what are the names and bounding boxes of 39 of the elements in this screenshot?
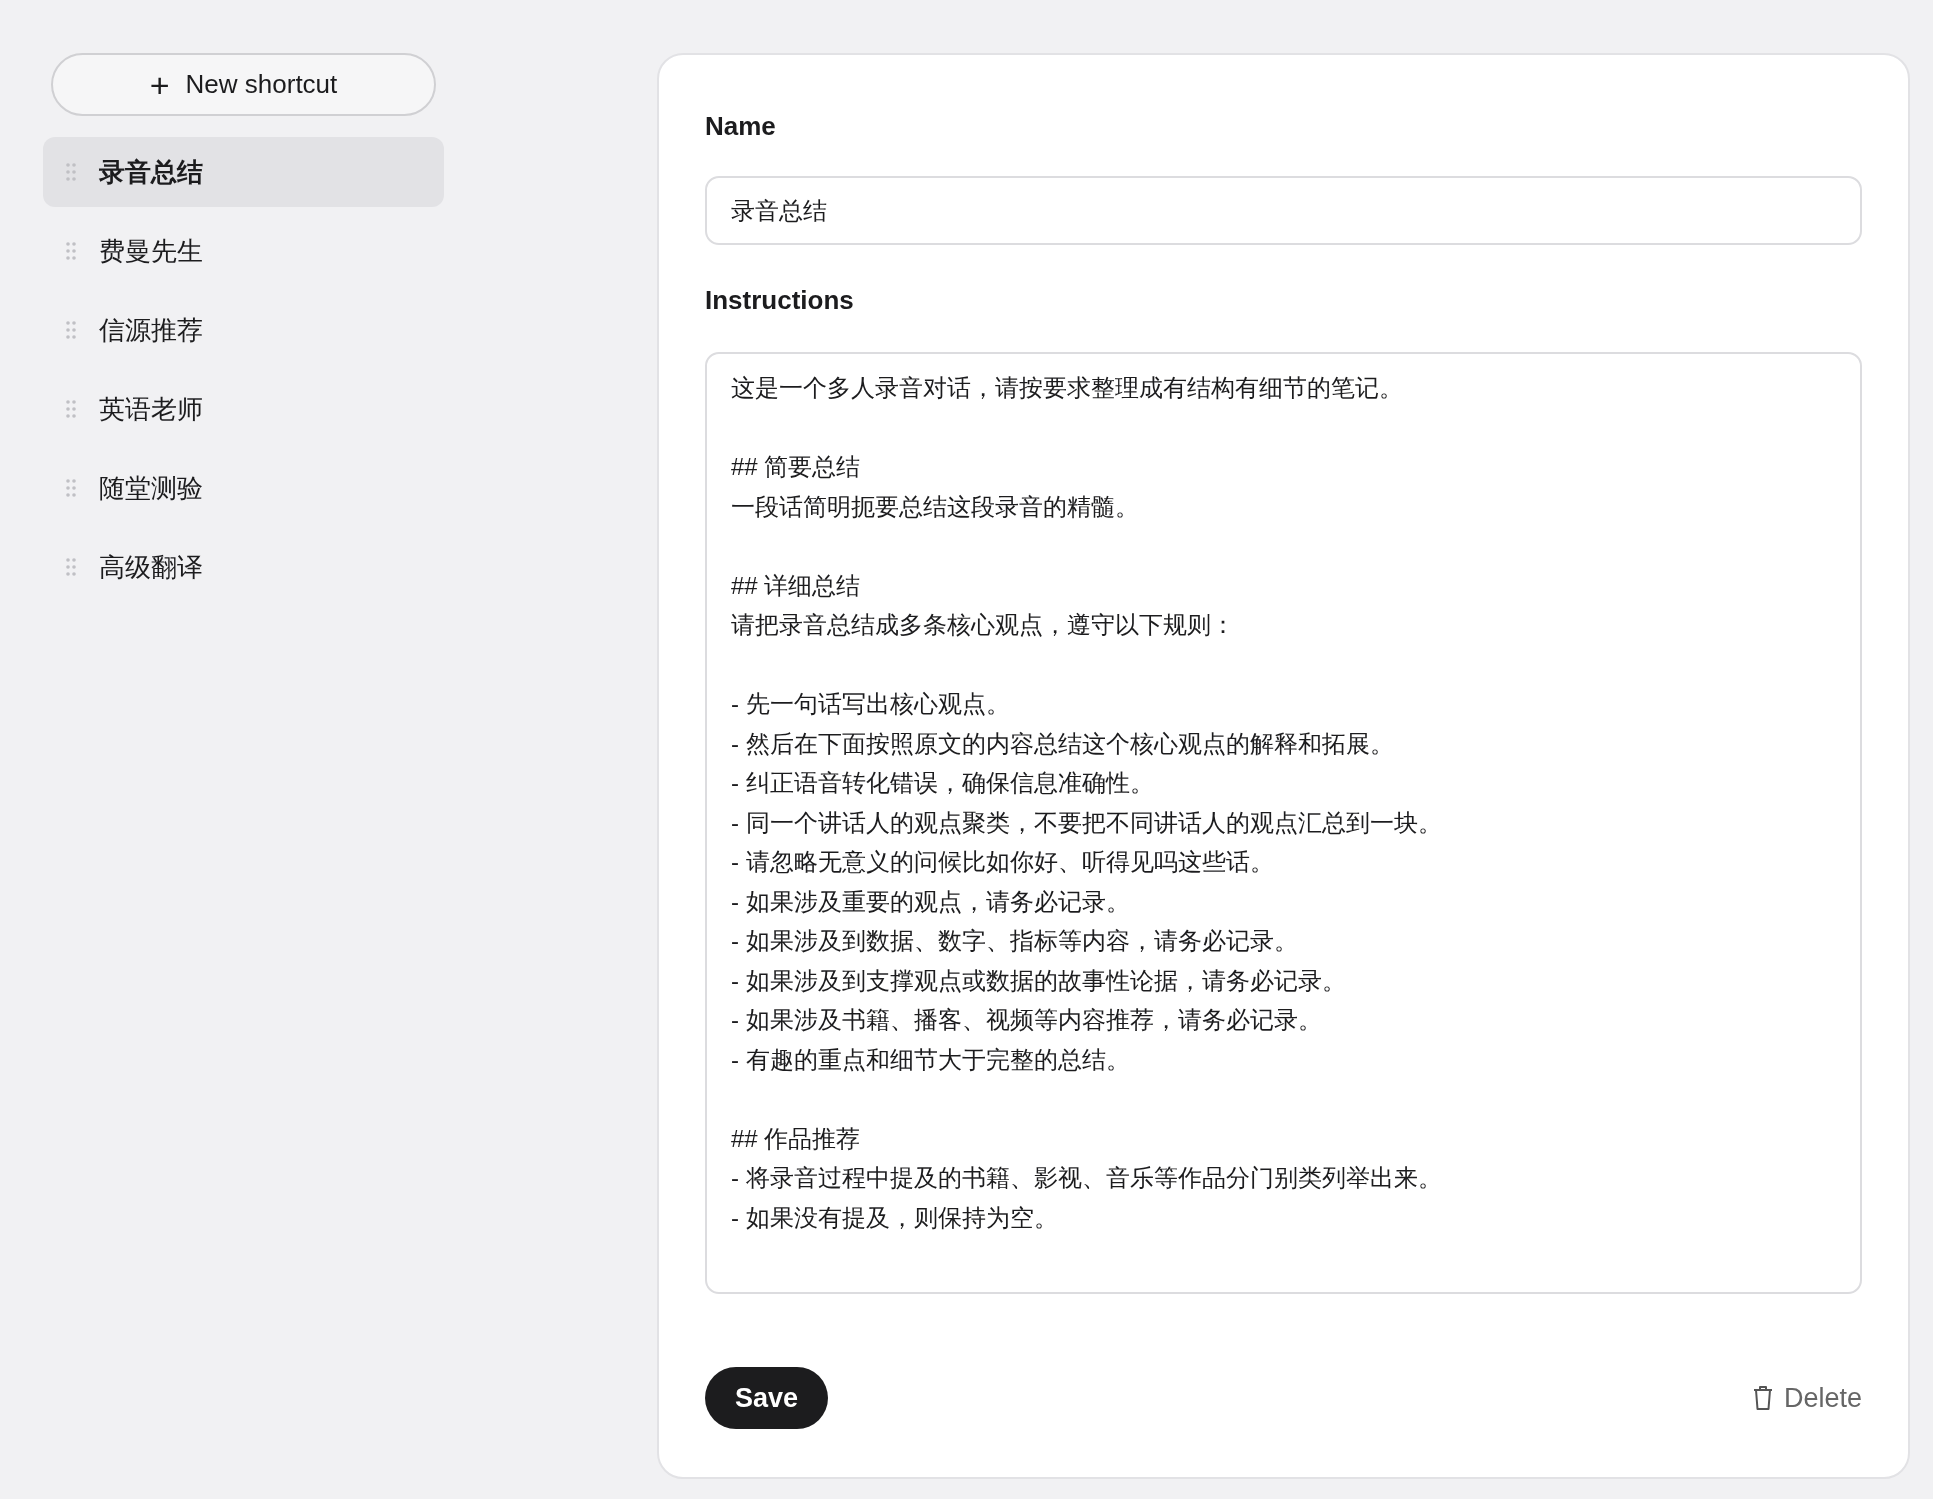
instructions-line: - 如果涉及重要的观点，请务必记录。 (731, 886, 1130, 917)
instructions-line: ## 详细总结 (731, 570, 861, 601)
instructions-label: Instructions (705, 285, 855, 316)
name-label: Name (705, 111, 777, 142)
save-button[interactable]: Save (705, 1367, 829, 1429)
instructions-line: - 纠正语音转化错误，确保信息准确性。 (731, 768, 1154, 798)
instructions-line: - 有趣的重点和细节大于完整的总结。 (731, 1044, 1130, 1075)
trash-icon (1751, 1385, 1774, 1411)
delete-button[interactable]: Delete (1751, 1382, 1862, 1414)
shortcut-item[interactable]: 英语老师 (43, 374, 444, 444)
instructions-line: 请把录音总结成多条核心观点，遵守以下规则： (731, 610, 1235, 640)
instructions-field[interactable] (705, 352, 1862, 1294)
drag-handle-icon (65, 162, 77, 182)
instructions-line: - 先一句话写出核心观点。 (731, 689, 1010, 719)
instructions-line: ## 作品推荐 (731, 1123, 861, 1154)
drag-handle-icon (65, 320, 77, 340)
instructions-line: 一段话简明扼要总结这段录音的精髓。 (731, 491, 1139, 522)
plus-icon: + (149, 67, 170, 102)
drag-handle-icon (65, 399, 77, 419)
drag-handle-icon (65, 557, 77, 577)
instructions-line: - 如果涉及到支撑观点或数据的故事性论据，请务必记录。 (731, 965, 1346, 996)
instructions-line: - 如果没有提及，则保持为空。 (731, 1202, 1058, 1233)
new-shortcut-button[interactable]: + New shortcut (51, 53, 436, 116)
drag-handle-icon (65, 478, 77, 498)
instructions-line: - 如果涉及书籍、播客、视频等内容推荐，请务必记录。 (731, 1005, 1322, 1035)
instructions-line: - 然后在下面按照原文的内容总结这个核心观点的解释和拓展。 (731, 728, 1394, 759)
drag-handle-icon (65, 241, 77, 261)
instructions-line: - 如果涉及到数据、数字、指标等内容，请务必记录。 (731, 926, 1298, 956)
shortcut-item[interactable]: 信源推荐 (43, 295, 444, 365)
instructions-line: - 同一个讲话人的观点聚类，不要把不同讲话人的观点汇总到一块。 (731, 807, 1442, 838)
instructions-line: ## 简要总结 (731, 452, 861, 482)
instructions-line: - 请忽略无意义的问候比如你好、听得见吗这些话。 (731, 847, 1274, 877)
instructions-line: - 将录音过程中提及的书籍、影视、音乐等作品分门别类列举出来。 (731, 1163, 1442, 1193)
shortcut-item[interactable]: 随堂测验 (43, 453, 444, 523)
instructions-line: 这是一个多人录音对话，请按要求整理成有结构有细节的笔记。 (731, 373, 1403, 403)
shortcut-item[interactable]: 录音总结 (43, 137, 444, 207)
shortcut-item[interactable]: 费曼先生 (43, 216, 444, 286)
name-field[interactable]: 录音总结 (705, 176, 1862, 245)
shortcut-item[interactable]: 高级翻译 (43, 532, 444, 602)
